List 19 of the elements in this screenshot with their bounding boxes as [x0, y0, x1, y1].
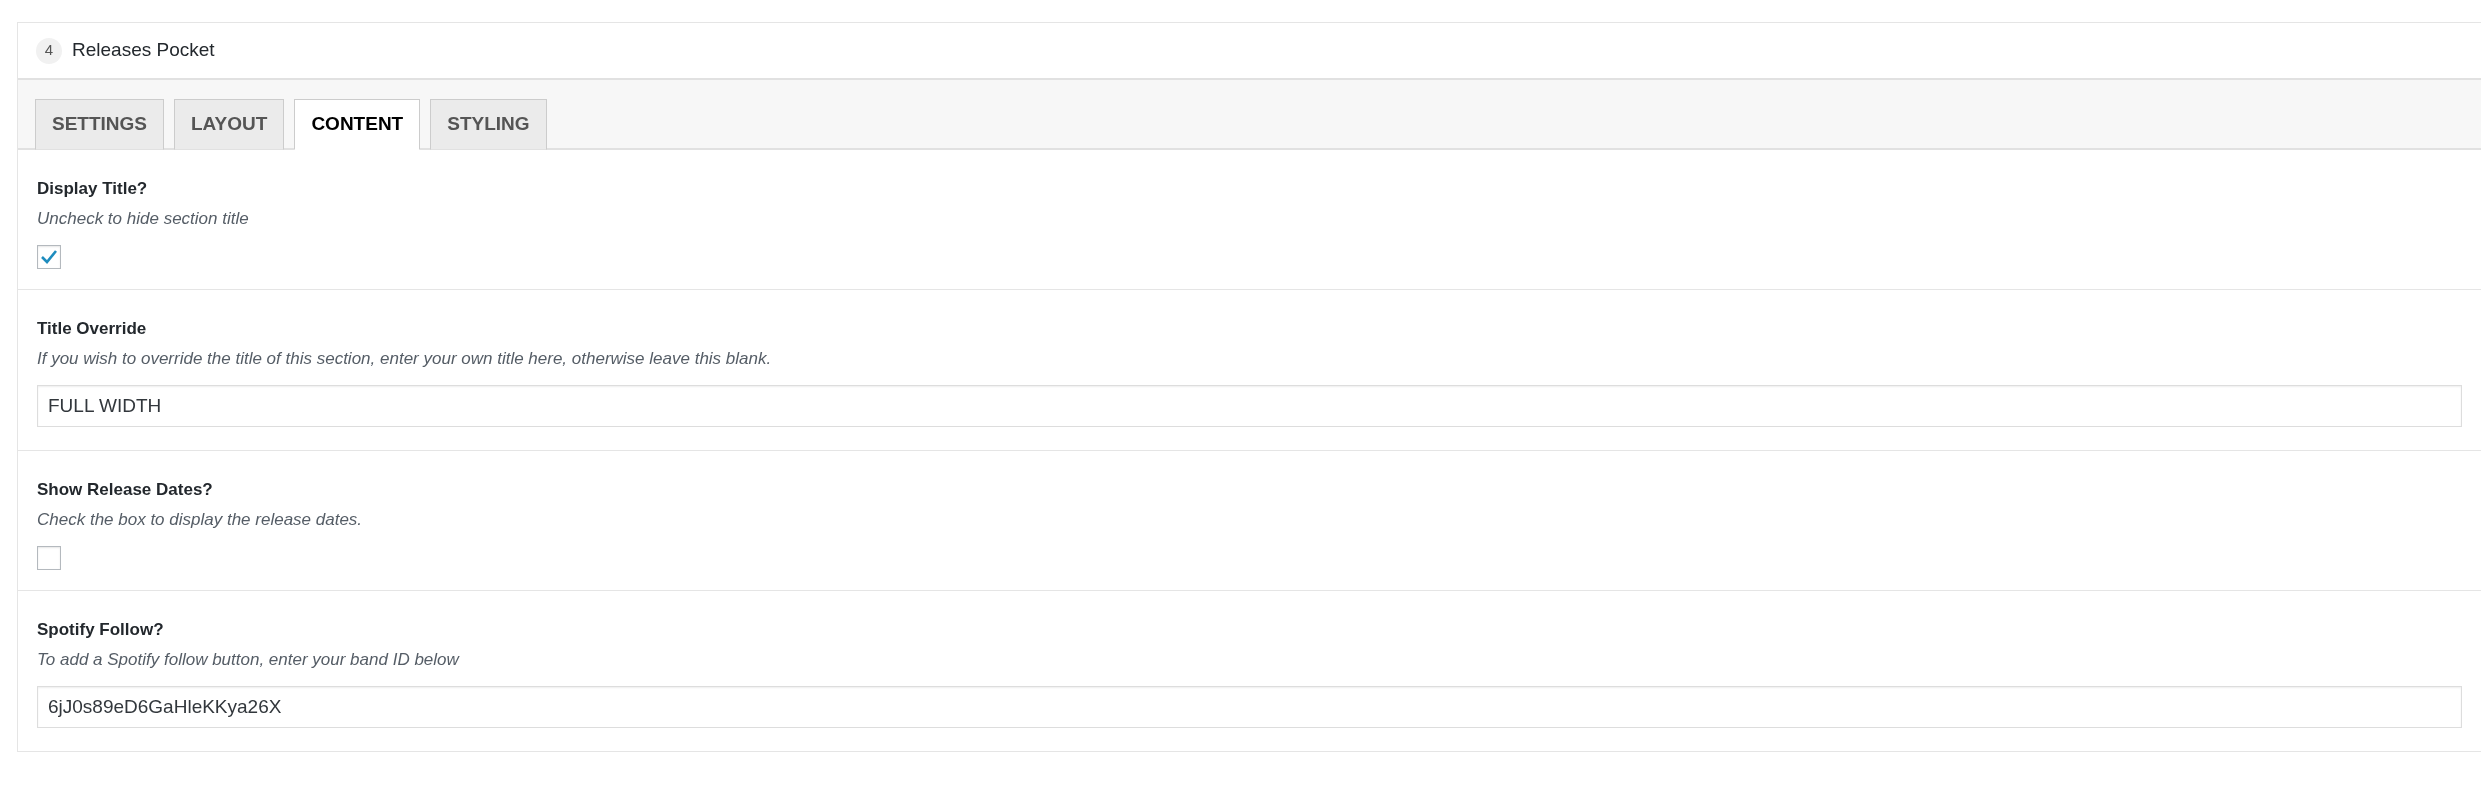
tab[interactable]: CONTENT — [294, 99, 421, 150]
text-input[interactable]: FULL WIDTH — [37, 385, 2462, 427]
field-label: Display Title? — [37, 178, 149, 200]
field-description: Check the box to display the release dates. — [37, 509, 364, 531]
tab[interactable]: STYLING — [430, 99, 547, 150]
text-input[interactable]: 6jJ0s89eD6GaHleKKya26X — [37, 686, 2462, 728]
field-description: Uncheck to hide section title — [37, 208, 250, 230]
checkmark-icon — [40, 249, 58, 265]
checkbox[interactable] — [37, 546, 61, 570]
field-description: If you wish to override the title of this section, enter your own title here, otherwise leave this blank. — [37, 348, 773, 370]
tab[interactable]: SETTINGS — [35, 99, 164, 150]
section-number-badge: 4 — [36, 37, 62, 64]
tab[interactable]: LAYOUT — [174, 99, 285, 150]
field-label: Spotify Follow? — [37, 619, 165, 641]
field-description: To add a Spotify follow button, enter your band ID below — [37, 649, 461, 671]
field-label: Title Override — [37, 318, 148, 340]
checkbox[interactable] — [37, 245, 61, 269]
section-title: Releases Pocket — [72, 38, 215, 63]
field-label: Show Release Dates? — [37, 479, 214, 501]
